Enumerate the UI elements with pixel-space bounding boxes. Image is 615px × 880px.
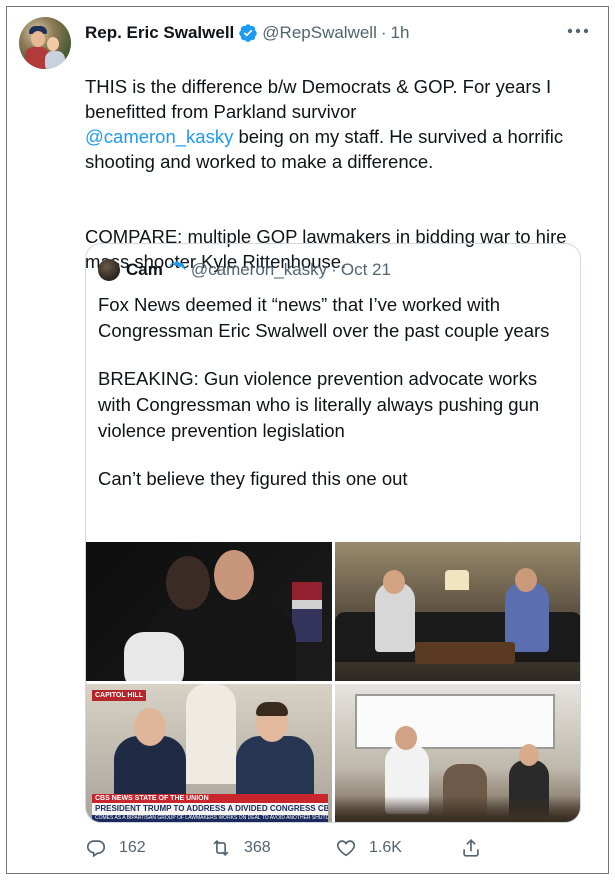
media-grid: CAPITOL HILL CBS NEWS STATE OF THE UNION… (86, 542, 580, 822)
tweet-timestamp[interactable]: 1h (391, 23, 410, 43)
author-avatar[interactable] (19, 17, 71, 69)
quoted-paragraph: Can’t believe they figured this one out (98, 468, 408, 489)
action-bar: 162 368 1.6K (85, 833, 585, 863)
separator-dot: · (331, 260, 337, 279)
verified-badge-icon (169, 261, 186, 274)
photo-cbs-news[interactable]: CAPITOL HILL CBS NEWS STATE OF THE UNION… (86, 684, 332, 822)
quoted-paragraph: Fox News deemed it “news” that I’ve work… (98, 294, 550, 341)
retweet-button[interactable]: 368 (210, 837, 335, 859)
like-button[interactable]: 1.6K (335, 837, 460, 859)
retweet-icon (213, 839, 229, 857)
tweet-text-part1: THIS is the difference b/w Democrats & G… (85, 76, 552, 122)
news-location-tag: CAPITOL HILL (92, 690, 146, 701)
reply-button[interactable]: 162 (85, 837, 210, 859)
verified-badge-icon (239, 24, 258, 42)
tweet-header: Rep. Eric Swalwell @RepSwalwell · 1h (85, 21, 409, 45)
quoted-tweet[interactable]: Cam @cameron_kasky · Oct 21 Fox News dee… (85, 243, 581, 823)
separator-dot: · (380, 23, 387, 42)
photo-office-meeting[interactable] (335, 542, 580, 681)
quoted-tweet-body: Fox News deemed it “news” that I’ve work… (98, 292, 568, 514)
retweet-count: 368 (244, 839, 271, 856)
quoted-author-avatar (98, 259, 120, 281)
author-display-name[interactable]: Rep. Eric Swalwell (85, 23, 234, 43)
mention-link[interactable]: @cameron_kasky (85, 126, 233, 147)
quoted-author-name: Cam (126, 260, 163, 279)
like-icon (336, 840, 356, 857)
like-count: 1.6K (369, 839, 402, 856)
quoted-tweet-header: Cam @cameron_kasky · Oct 21 (98, 258, 391, 282)
reply-count: 162 (119, 839, 146, 856)
tweet-card: Rep. Eric Swalwell @RepSwalwell · 1h THI… (6, 6, 609, 874)
quoted-tweet-date: Oct 21 (340, 260, 391, 279)
news-subline-bar: COMES AS A BIPARTISAN GROUP OF LAWMAKERS… (92, 815, 328, 822)
news-program-bar: CBS NEWS STATE OF THE UNION (92, 794, 328, 803)
author-handle[interactable]: @RepSwalwell (262, 23, 377, 43)
photo-town-hall[interactable] (335, 684, 580, 822)
share-icon (463, 839, 479, 857)
quoted-author-handle: @cameron_kasky (190, 260, 328, 279)
quoted-paragraph: BREAKING: Gun violence prevention advoca… (98, 368, 540, 441)
news-headline-bar: PRESIDENT TRUMP TO ADDRESS A DIVIDED CON… (92, 803, 328, 815)
more-options-icon[interactable] (564, 19, 592, 43)
photo-hug[interactable] (86, 542, 332, 681)
share-button[interactable] (460, 837, 585, 859)
reply-icon (86, 840, 106, 858)
